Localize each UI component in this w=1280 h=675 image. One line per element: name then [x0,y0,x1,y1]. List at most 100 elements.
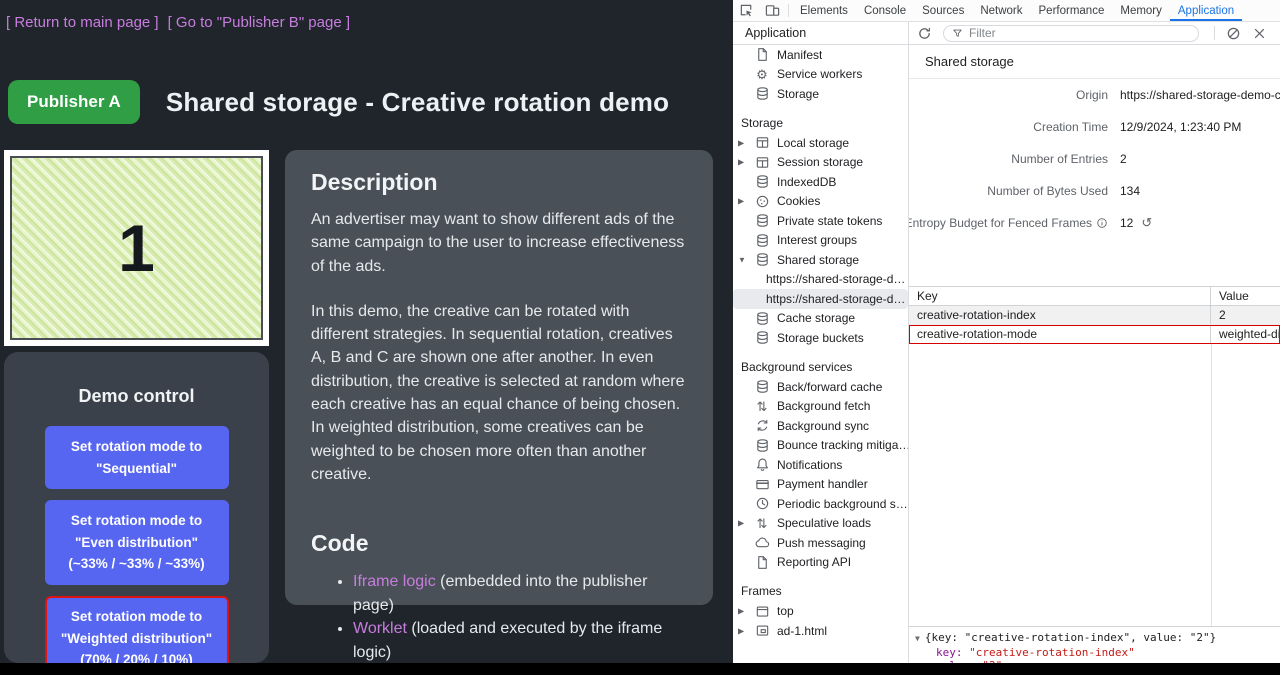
column-header-key[interactable]: Key [909,287,1211,305]
table-column-divider [1211,344,1212,626]
meta-label-text: Origin [1076,88,1108,102]
gears-icon: ⚙ [754,66,770,82]
rotation-mode-button-sequential[interactable]: Set rotation mode to"Sequential" [45,426,229,489]
sidebar-item-label: Reporting API [733,555,851,569]
cookie-icon [754,193,770,209]
sidebar-item-shared-storage[interactable]: ▼Shared storage [733,250,908,270]
sidebar-item-storage[interactable]: Storage [733,84,908,104]
sidebar-item-label: Manifest [733,48,822,62]
inspect-element-icon[interactable] [733,0,759,21]
storage-entry-row-creative-rotation-index[interactable]: creative-rotation-index2 [909,306,1280,325]
sidebar-item-session-storage[interactable]: ▶Session storage [733,153,908,173]
chevron-right-icon[interactable]: ▶ [738,519,744,528]
filter-input-container[interactable] [943,25,1199,42]
funnel-icon [952,28,963,39]
sidebar-item-manifest[interactable]: Manifest [733,45,908,65]
chevron-right-icon[interactable]: ▶ [738,607,744,616]
sidebar-item-background-fetch[interactable]: ⇅Background fetch [733,397,908,417]
code-list-item: Iframe logic (embedded into the publishe… [353,570,687,617]
refresh-icon[interactable] [917,26,932,41]
sidebar-item-interest-groups[interactable]: Interest groups [733,231,908,251]
sidebar-item-top[interactable]: ▶top [733,602,908,622]
sidebar-item-periodic-background-s[interactable]: Periodic background s… [733,494,908,514]
sidebar-item-storage-buckets[interactable]: Storage buckets [733,328,908,348]
sidebar-item-service-workers[interactable]: ⚙Service workers [733,65,908,85]
meta-label-text: Number of Entries [1011,152,1108,166]
code-link-iframe-logic[interactable]: Iframe logic [353,573,436,590]
db-icon [754,86,770,102]
preview-entry-value: "creative-rotation-index" [969,646,1135,659]
sidebar-item-notifications[interactable]: Notifications [733,455,908,475]
sidebar-item-label: Storage [733,87,819,101]
meta-row-creation-time: Creation Time12/9/2024, 1:23:40 PM [909,111,1280,143]
info-icon[interactable] [1096,217,1108,229]
entry-value: weighted-dist [1211,327,1280,341]
sidebar-item-back-forward-cache[interactable]: Back/forward cache [733,377,908,397]
tab-sources[interactable]: Sources [914,0,972,21]
db-icon [754,437,770,453]
sidebar-item-https-shared-storage-d[interactable]: https://shared-storage-d… [733,270,908,290]
page-header: Publisher A Shared storage - Creative ro… [8,80,727,124]
chevron-right-icon[interactable]: ▶ [738,197,744,206]
sidebar-item-cookies[interactable]: ▶Cookies [733,192,908,212]
sidebar-item-background-sync[interactable]: Background sync [733,416,908,436]
table-icon [754,135,770,151]
preview-entry: value: "2" [915,659,1276,663]
column-header-value[interactable]: Value [1211,289,1280,303]
nav-link-1[interactable]: [ Go to "Publisher B" page ] [168,14,350,31]
screen: [ Return to main page ] [ Go to "Publishe… [0,0,1280,675]
sidebar-item-indexeddb[interactable]: IndexedDB [733,172,908,192]
sidebar-item-label: Push messaging [733,536,866,550]
tab-console[interactable]: Console [856,0,914,21]
table-header-row: KeyValue [909,287,1280,306]
rotation-mode-button-even-distribution[interactable]: Set rotation mode to"Even distribution"(… [45,500,229,585]
sidebar-item-cache-storage[interactable]: Cache storage [733,309,908,329]
meta-value-text: 134 [1120,184,1140,198]
sidebar-item-label: Session storage [733,155,863,169]
shared-storage-title: Shared storage [909,45,1280,79]
meta-row-origin: Originhttps://shared-storage-demo-co [909,79,1280,111]
sidebar-item-local-storage[interactable]: ▶Local storage [733,133,908,153]
chevron-right-icon[interactable]: ▶ [738,626,744,635]
reset-budget-icon[interactable]: ↺ [1141,215,1152,231]
expander-triangle-icon[interactable]: ▼ [915,634,920,643]
iframe-icon [754,623,770,639]
filter-input[interactable] [969,26,1190,40]
entry-key: creative-rotation-index [909,306,1211,324]
rotation-mode-button-weighted-distribution[interactable]: Set rotation mode to"Weighted distributi… [45,596,229,663]
sidebar-item-label: IndexedDB [733,175,836,189]
preview-entry-key: key: [936,646,969,659]
chevron-right-icon[interactable]: ▶ [738,138,744,147]
sidebar-item-private-state-tokens[interactable]: Private state tokens [733,211,908,231]
devtools-tabbar: ElementsConsoleSourcesNetworkPerformance… [733,0,1280,22]
tab-elements[interactable]: Elements [792,0,856,21]
clock-icon [754,496,770,512]
preview-entry: key: "creative-rotation-index" [915,646,1276,660]
tab-network[interactable]: Network [972,0,1030,21]
device-toolbar-icon[interactable] [759,0,785,21]
file-icon [754,554,770,570]
sidebar-item-ad-1-html[interactable]: ▶ad-1.html [733,621,908,641]
tab-application[interactable]: Application [1170,0,1242,21]
sidebar-item-payment-handler[interactable]: Payment handler [733,475,908,495]
nav-link-0[interactable]: [ Return to main page ] [6,14,159,31]
tab-memory[interactable]: Memory [1112,0,1170,21]
sidebar-item-push-messaging[interactable]: Push messaging [733,533,908,553]
sidebar-item-bounce-tracking-mitiga[interactable]: Bounce tracking mitiga… [733,436,908,456]
sidebar-item-label: Service workers [733,67,862,81]
storage-entry-row-creative-rotation-mode[interactable]: creative-rotation-modeweighted-dist [909,325,1280,344]
file-icon [754,47,770,63]
description-panel: Description An advertiser may want to sh… [285,150,713,605]
block-icon[interactable] [1226,26,1241,41]
code-link-worklet[interactable]: Worklet [353,620,407,637]
sidebar-item-https-shared-storage-d[interactable]: https://shared-storage-d… [733,289,908,309]
meta-row-number-of-entries: Number of Entries2 [909,143,1280,175]
chevron-down-icon[interactable]: ▼ [738,255,746,264]
close-icon[interactable] [1252,26,1267,41]
toolbar-divider [788,4,789,17]
chevron-right-icon[interactable]: ▶ [738,158,744,167]
sidebar-item-speculative-loads[interactable]: ▶⇅Speculative loads [733,514,908,534]
sidebar-item-reporting-api[interactable]: Reporting API [733,553,908,573]
tab-performance[interactable]: Performance [1031,0,1113,21]
sidebar-item-label: Storage buckets [733,331,864,345]
